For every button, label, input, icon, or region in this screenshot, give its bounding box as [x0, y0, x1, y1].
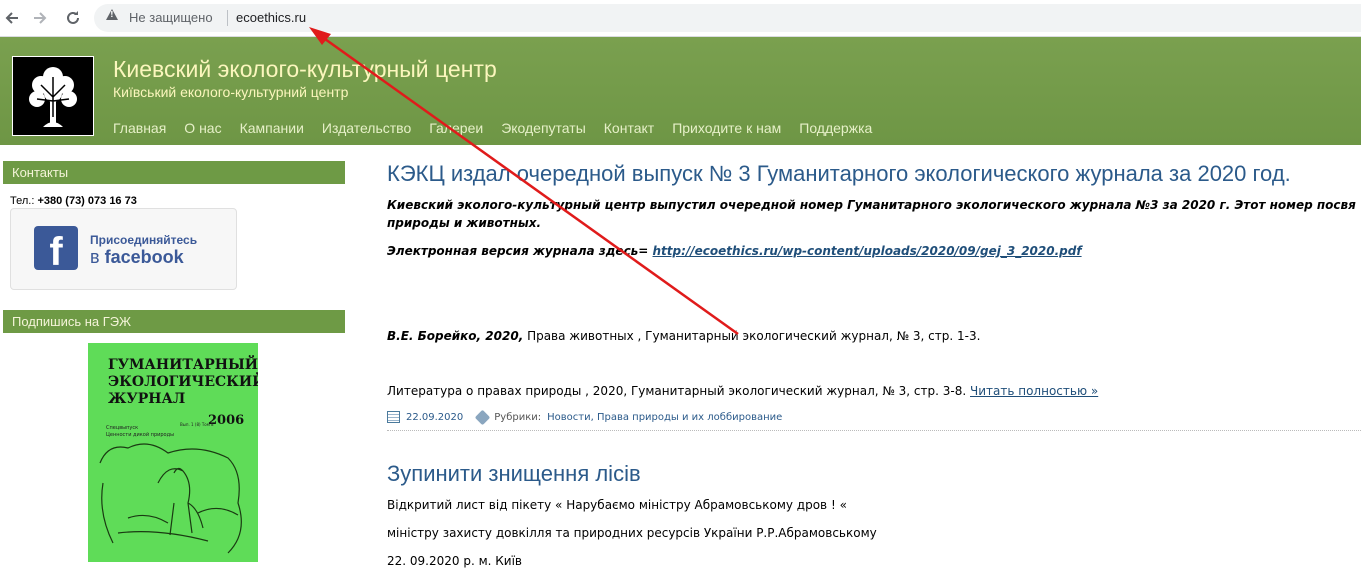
menu-item-support[interactable]: Поддержка	[799, 120, 872, 136]
citation-author: В.Е. Борейко, 2020,	[387, 329, 524, 343]
post-intro-line: Киевский эколого-культурный центр выпуст…	[387, 198, 1356, 212]
horse-drawing-icon	[99, 443, 242, 554]
phone-number: +380 (73) 073 16 73	[37, 195, 137, 207]
journal-pdf-link[interactable]: http://ecoethics.ru/wp-content/uploads/2…	[653, 244, 1082, 258]
phone-line: Тел.: +380 (73) 073 16 73	[10, 195, 137, 207]
warning-icon[interactable]	[106, 9, 118, 20]
facebook-icon: f	[34, 226, 78, 270]
read-more-link[interactable]: Читать полностью »	[970, 384, 1098, 398]
post-title-link[interactable]: Зупинити знищення лісів	[387, 461, 641, 487]
citation-text: Права животных , Гуманитарный экологичес…	[523, 329, 981, 343]
literature-text: Литература о правах природы , 2020, Гума…	[387, 384, 970, 398]
reload-icon	[67, 11, 79, 24]
post-body-line: 22. 09.2020 р. м. Київ	[387, 554, 522, 568]
tree-icon	[29, 67, 77, 127]
site-logo[interactable]	[12, 56, 94, 136]
facebook-prefix: в	[90, 247, 100, 267]
facebook-join-button[interactable]: f Присоединяйтесь в facebook	[10, 208, 237, 290]
facebook-brand-text: в facebook	[90, 247, 184, 268]
post-intro-line: природы и животных.	[387, 216, 542, 230]
facebook-brand: facebook	[104, 247, 184, 267]
menu-item-ecodeputies[interactable]: Экодепутаты	[501, 120, 586, 136]
back-button[interactable]	[0, 6, 24, 30]
menu-item-publishing[interactable]: Издательство	[322, 120, 411, 136]
menu-item-home[interactable]: Главная	[113, 120, 166, 136]
journal-cover-image[interactable]: ГУМАНИТАРНЫЙ ЭКОЛОГИЧЕСКИЙ ЖУРНАЛ 2006 В…	[88, 343, 258, 562]
menu-item-contact[interactable]: Контакт	[604, 120, 654, 136]
menu-item-visit[interactable]: Приходите к нам	[672, 120, 781, 136]
address-bar[interactable]: Не защищено ecoethics.ru	[94, 4, 1361, 32]
menu-item-galleries[interactable]: Галереи	[429, 120, 483, 136]
rubrics-links[interactable]: Новости, Права природы и их лоббирование	[547, 412, 782, 423]
post-title-link[interactable]: КЭКЦ издал очередной выпуск № 3 Гуманита…	[387, 161, 1291, 187]
post-body-line: Відкритий лист від пікету « Нарубаємо мі…	[387, 498, 847, 512]
post-divider	[387, 430, 1361, 431]
forward-button[interactable]	[28, 6, 52, 30]
security-label[interactable]: Не защищено	[129, 10, 213, 25]
contacts-widget-title: Контакты	[3, 161, 345, 184]
site-subtitle: Київський еколого-культурний центр	[113, 84, 349, 100]
site-title[interactable]: Киевский эколого-культурный центр	[113, 56, 497, 83]
site-header: Киевский эколого-культурный центр Київсь…	[0, 37, 1361, 145]
divider	[227, 10, 228, 26]
citation-line: В.Е. Борейко, 2020, Права животных , Гум…	[387, 329, 980, 343]
phone-label: Тел.:	[10, 195, 35, 207]
subscribe-widget-title: Подпишись на ГЭЖ	[3, 310, 345, 333]
menu-item-campaigns[interactable]: Кампании	[240, 120, 304, 136]
post-meta: 22.09.2020 Рубрики: Новости, Права приро…	[387, 409, 782, 425]
arrow-left-icon	[5, 12, 18, 24]
tag-icon	[474, 409, 491, 425]
menu-item-about[interactable]: О нас	[184, 120, 221, 136]
electronic-version-label: Электронная версия журнала здесь=	[387, 244, 653, 258]
browser-toolbar: Не защищено ecoethics.ru	[0, 0, 1361, 37]
calendar-icon	[387, 411, 400, 423]
reload-button[interactable]	[61, 6, 85, 30]
electronic-version-line: Электронная версия журнала здесь= http:/…	[387, 244, 1082, 258]
rubrics-label: Рубрики:	[494, 411, 542, 423]
arrow-right-icon	[34, 12, 47, 24]
main-menu: Главная О нас Кампании Издательство Гале…	[113, 120, 872, 136]
post-date[interactable]: 22.09.2020	[406, 412, 463, 423]
url-text[interactable]: ecoethics.ru	[236, 10, 306, 25]
facebook-join-text: Присоединяйтесь	[90, 233, 198, 247]
literature-line: Литература о правах природы , 2020, Гума…	[387, 384, 1098, 398]
post-body-line: міністру захисту довкілля та природних р…	[387, 526, 877, 540]
